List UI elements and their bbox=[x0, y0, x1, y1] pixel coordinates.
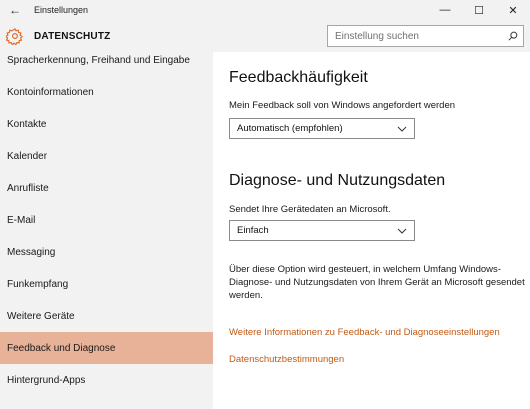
search-input[interactable] bbox=[328, 26, 503, 46]
diagnostics-description: Über diese Option wird gesteuert, in wel… bbox=[229, 264, 525, 301]
minimize-icon: — bbox=[439, 4, 451, 16]
sidebar-item-speech[interactable]: Spracherkennung, Freihand und Eingabe bbox=[0, 44, 213, 76]
sidebar-item-contacts[interactable]: Kontakte bbox=[0, 108, 213, 140]
window-title: Einstellungen bbox=[34, 5, 89, 15]
chevron-down-icon bbox=[397, 226, 407, 236]
page-title: DATENSCHUTZ bbox=[34, 30, 111, 42]
feedback-frequency-heading: Feedbackhäufigkeit bbox=[229, 69, 368, 86]
sidebar-item-radios[interactable]: Funkempfang bbox=[0, 268, 213, 300]
chevron-down-icon bbox=[397, 124, 407, 134]
sidebar-item-label: Messaging bbox=[7, 246, 56, 258]
dropdown-selected-value: Einfach bbox=[237, 225, 269, 236]
sidebar-item-calendar[interactable]: Kalender bbox=[0, 140, 213, 172]
sidebar-item-label: Weitere Geräte bbox=[7, 310, 75, 322]
sidebar-item-label: Kalender bbox=[7, 150, 48, 162]
sidebar-item-label: Kontakte bbox=[7, 118, 47, 130]
search-icon bbox=[508, 31, 518, 41]
gear-icon bbox=[6, 27, 24, 45]
search-button[interactable] bbox=[503, 26, 523, 46]
more-info-link[interactable]: Weitere Informationen zu Feedback- und D… bbox=[229, 327, 500, 338]
back-button[interactable]: ← bbox=[0, 0, 30, 20]
dropdown-selected-value: Automatisch (empfohlen) bbox=[237, 123, 343, 134]
diagnostics-dropdown[interactable]: Einfach bbox=[229, 220, 415, 241]
sidebar-item-call-history[interactable]: Anrufliste bbox=[0, 172, 213, 204]
maximize-button[interactable]: ☐ bbox=[462, 0, 496, 20]
diagnostics-label: Sendet Ihre Gerätedaten an Microsoft. bbox=[229, 204, 391, 215]
sidebar-item-email[interactable]: E-Mail bbox=[0, 204, 213, 236]
sidebar: Spracherkennung, Freihand und Eingabe Ko… bbox=[0, 52, 213, 409]
sidebar-item-label: Feedback und Diagnose bbox=[7, 342, 116, 354]
title-bar: ← Einstellungen — ☐ ✕ bbox=[0, 0, 530, 20]
minimize-button[interactable]: — bbox=[428, 0, 462, 20]
diagnostics-heading: Diagnose- und Nutzungsdaten bbox=[229, 172, 446, 189]
sidebar-item-feedback-diagnostics[interactable]: Feedback und Diagnose bbox=[0, 332, 213, 364]
settings-window: ← Einstellungen — ☐ ✕ DATENSCHUTZ Einste… bbox=[0, 0, 530, 409]
search-box[interactable] bbox=[327, 25, 524, 47]
sidebar-item-account-info[interactable]: Kontoinformationen bbox=[0, 76, 213, 108]
sidebar-item-background-apps[interactable]: Hintergrund-Apps bbox=[0, 364, 213, 396]
sidebar-item-label: Kontoinformationen bbox=[7, 86, 94, 98]
sidebar-item-label: Anrufliste bbox=[7, 182, 49, 194]
close-icon: ✕ bbox=[508, 4, 518, 17]
sidebar-item-label: Spracherkennung, Freihand und Eingabe bbox=[7, 54, 190, 66]
sidebar-item-label: Funkempfang bbox=[7, 278, 69, 290]
sidebar-item-other-devices[interactable]: Weitere Geräte bbox=[0, 300, 213, 332]
close-button[interactable]: ✕ bbox=[496, 0, 530, 20]
feedback-frequency-label: Mein Feedback soll von Windows angeforde… bbox=[229, 100, 456, 111]
sidebar-item-messaging[interactable]: Messaging bbox=[0, 236, 213, 268]
back-arrow-icon: ← bbox=[9, 3, 21, 17]
sidebar-item-label: Hintergrund-Apps bbox=[7, 374, 86, 386]
feedback-frequency-dropdown[interactable]: Automatisch (empfohlen) bbox=[229, 118, 415, 139]
privacy-statement-link[interactable]: Datenschutzbestimmungen bbox=[229, 354, 344, 365]
sidebar-item-label: E-Mail bbox=[7, 214, 36, 226]
maximize-icon: ☐ bbox=[474, 4, 484, 17]
main-content: Feedbackhäufigkeit Mein Feedback soll vo… bbox=[213, 52, 530, 409]
